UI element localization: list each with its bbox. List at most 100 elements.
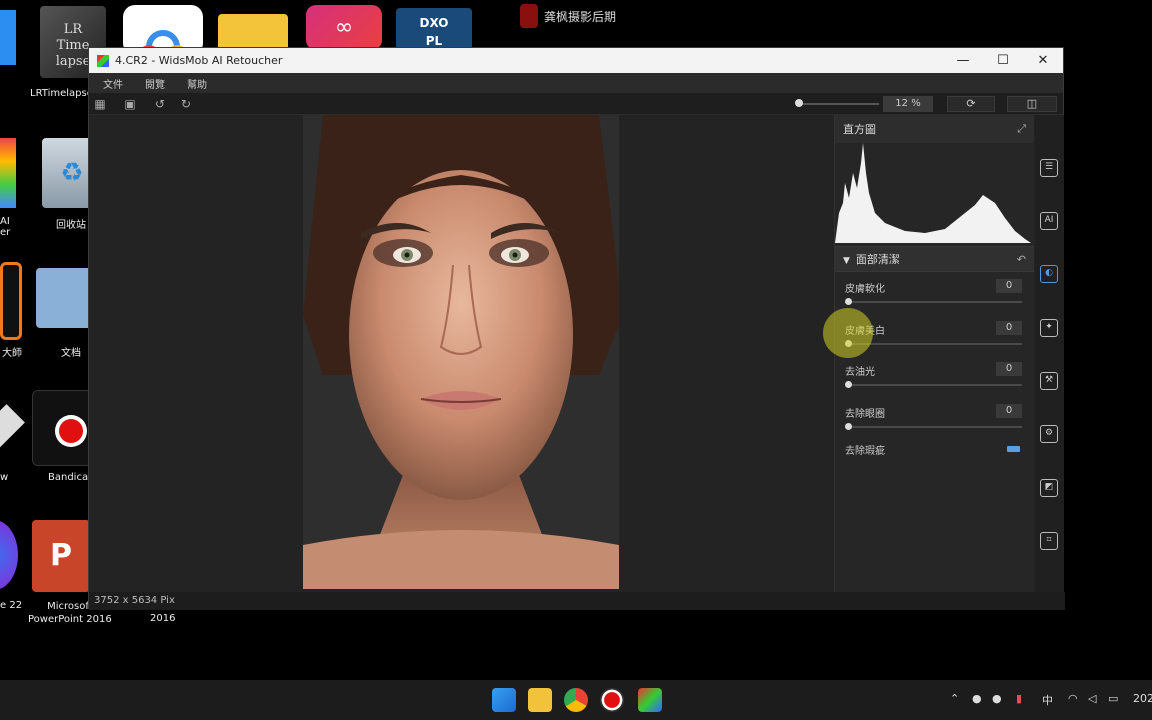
slider-value[interactable]: 0	[996, 279, 1022, 293]
tray-mic-icon[interactable]: ▮	[1016, 692, 1022, 705]
desktop-icon-blue-partial[interactable]	[0, 10, 16, 65]
watermark-seal-icon	[520, 4, 538, 28]
image-dimensions: 3752 x 5634 Pix	[94, 595, 175, 606]
retouch-icon[interactable]: ⚒	[1040, 372, 1058, 390]
rotate-left-icon[interactable]: ↺	[153, 97, 167, 111]
watermark-text: 龚枫摄影后期	[544, 9, 617, 24]
desktop-icon-globe-partial[interactable]	[0, 520, 18, 590]
windows-start-icon[interactable]	[492, 688, 516, 712]
save-icon[interactable]: ▣	[123, 97, 137, 111]
window-title: 4.CR2 - WidsMob AI Retoucher	[115, 54, 283, 67]
battery-icon[interactable]: ▭	[1108, 692, 1118, 705]
refresh-icon: ⟳	[966, 97, 976, 110]
slider-value[interactable]: 0	[996, 362, 1022, 376]
ai-icon[interactable]: AI	[1040, 212, 1058, 230]
bandicam-taskbar-icon[interactable]	[600, 688, 624, 712]
slider-label: 去油光	[845, 367, 875, 378]
image-canvas[interactable]	[89, 115, 834, 592]
section-title: 面部清潔	[855, 253, 900, 266]
title-bar[interactable]: 4.CR2 - WidsMob AI Retoucher — ☐ ✕	[89, 48, 1063, 73]
tray-ime[interactable]: 中	[1042, 692, 1053, 708]
split-view-icon: ◫	[1026, 97, 1038, 110]
desktop-icon-creative-cloud[interactable]: ∞	[306, 5, 382, 50]
chrome-icon[interactable]	[564, 688, 588, 712]
histogram-title: 直方圖	[843, 123, 876, 136]
zoom-value[interactable]: 12 %	[883, 96, 933, 112]
slider-track[interactable]	[847, 425, 1022, 428]
adjust-icon[interactable]: ☰	[1040, 159, 1058, 177]
histogram-header: 直方圖 ⤢	[835, 115, 1034, 143]
desktop-label-ai-app: AI er	[0, 216, 11, 238]
app-logo-icon	[97, 54, 109, 67]
face-clean-section-header[interactable]: ▼ 面部清潔 ↶	[835, 246, 1034, 272]
tray-penguin-icon[interactable]: ●	[972, 692, 982, 705]
face-icon[interactable]: ◐	[1040, 265, 1058, 283]
powerpoint-icon[interactable]: P	[32, 520, 90, 592]
clock[interactable]: 202	[1133, 692, 1152, 705]
crop-icon[interactable]: ⌗	[1040, 532, 1058, 550]
toggle-label: 去除瑕疵	[845, 446, 885, 457]
expand-icon[interactable]: ⤢	[1017, 122, 1026, 136]
tray-penguin2-icon[interactable]: ●	[992, 692, 1002, 705]
slider-remove-shine: 去油光 0	[835, 355, 1034, 397]
pattern-icon[interactable]: ✦	[1040, 319, 1058, 337]
desktop-icon-ai-app-partial[interactable]	[0, 138, 16, 208]
slider-knob[interactable]	[845, 381, 852, 388]
slider-track[interactable]	[847, 384, 1022, 386]
volume-icon[interactable]: ◁	[1088, 692, 1096, 705]
tray-chevron-icon[interactable]: ⌃	[950, 692, 959, 705]
taskbar: ⌃ ● ● ▮ 中 ◠ ◁ ▭ 202	[0, 680, 1152, 720]
section-title-wrap: ▼ 面部清潔	[843, 251, 900, 267]
slider-label: 皮膚軟化	[845, 284, 885, 295]
menu-bar: 文件 閱覽 幫助	[89, 73, 1063, 93]
zoom-slider-knob[interactable]	[795, 99, 803, 107]
histogram	[835, 143, 1034, 246]
slider-knob[interactable]	[845, 298, 852, 305]
portrait-photo	[303, 115, 619, 589]
desktop-label-w: w	[0, 472, 9, 483]
slider-value[interactable]: 0	[996, 403, 1022, 418]
retoucher-window: 4.CR2 - WidsMob AI Retoucher — ☐ ✕ 文件 閱覽…	[88, 47, 1065, 610]
rotate-right-icon[interactable]: ↻	[179, 97, 193, 111]
tool-rail: ☰ AI ◐ ✦ ⚒ ⚙ ◩ ⌗	[1035, 115, 1064, 592]
desktop-icon-master-partial[interactable]	[0, 262, 22, 340]
lens-icon[interactable]: ⚙	[1040, 425, 1058, 443]
slider-label: 去除眼圈	[845, 408, 885, 420]
desktop-icon-diamond-partial[interactable]	[0, 404, 25, 448]
blemish-toggle-switch[interactable]	[1007, 446, 1020, 452]
adjustment-panel: 直方圖 ⤢ ▼面部清潔 ↶ 皮膚軟化 0 皮膚美白 0 去油光 0	[834, 115, 1034, 592]
slider-track[interactable]	[847, 301, 1022, 303]
desktop-label-excel: 2016	[150, 613, 176, 624]
filter-icon[interactable]: ◩	[1040, 479, 1058, 497]
maximize-button[interactable]: ☐	[983, 48, 1023, 73]
toolbar: ▦ ▣ ↺ ↻ 12 % ⟳ ◫	[89, 93, 1063, 115]
menu-file[interactable]: 文件	[103, 76, 123, 91]
grid-view-icon[interactable]: ▦	[93, 97, 107, 111]
desktop-label-recycle-bin: 回收站	[56, 220, 86, 231]
desktop-icon-dxo[interactable]: DXO PL	[396, 8, 472, 50]
collapse-arrow-icon: ▼	[843, 256, 850, 266]
watermark: 龚枫摄影后期	[520, 4, 616, 28]
minimize-button[interactable]: —	[943, 48, 983, 73]
toggle-remove-blemish: 去除瑕疵	[835, 438, 1034, 468]
slider-value[interactable]: 0	[996, 320, 1022, 335]
slider-remove-dark-circles: 去除眼圈 0	[835, 397, 1034, 439]
wifi-icon[interactable]: ◠	[1068, 692, 1078, 705]
slider-knob[interactable]	[845, 422, 852, 430]
close-button[interactable]: ✕	[1023, 48, 1063, 73]
retoucher-taskbar-icon[interactable]	[638, 688, 662, 712]
desktop-label-lrtimelapse: LRTimelapse	[30, 88, 93, 99]
status-bar: 3752 x 5634 Pix	[89, 592, 1065, 610]
zoom-slider-track[interactable]	[799, 103, 879, 105]
menu-view[interactable]: 閱覽	[145, 76, 165, 91]
reset-button[interactable]: ⟳	[947, 96, 995, 112]
slider-skin-soften: 皮膚軟化 0	[835, 272, 1034, 314]
compare-button[interactable]: ◫	[1007, 96, 1057, 112]
reset-section-icon[interactable]: ↶	[1017, 253, 1026, 266]
desktop-label-master: 大師	[2, 348, 22, 359]
file-explorer-icon[interactable]	[528, 688, 552, 712]
desktop-label-e22: e 22	[0, 600, 23, 611]
slider-track[interactable]	[847, 342, 1022, 345]
menu-help[interactable]: 幫助	[187, 76, 207, 91]
cursor-highlight	[823, 308, 873, 358]
